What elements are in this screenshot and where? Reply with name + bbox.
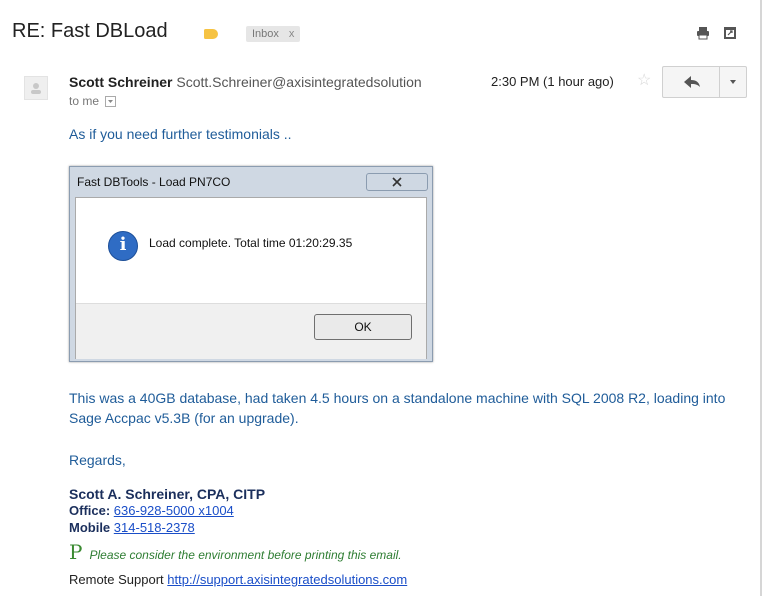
person-icon [31,83,41,94]
reply-button[interactable] [662,66,720,98]
signature-name: Scott A. Schreiner, CPA, CITP [69,486,266,502]
importance-marker[interactable] [204,29,218,39]
chevron-down-icon [108,100,114,104]
to-me-label: to me [69,94,100,108]
sender-line: Scott Schreiner Scott.Schreiner@axisinte… [69,74,422,90]
info-icon: i [108,231,138,261]
embedded-dialog-screenshot: Fast DBTools - Load PN7CO i Load complet… [69,166,433,362]
remote-support: Remote Support http://support.axisintegr… [69,572,407,587]
chevron-down-icon [730,80,736,84]
label-remove-icon[interactable]: x [289,28,295,40]
environment-note: P Please consider the environment before … [69,540,402,564]
sender-name[interactable]: Scott Schreiner [69,74,172,90]
new-window-icon[interactable] [723,26,737,40]
signature-office: Office: 636-928-5000 x1004 [69,503,234,518]
dialog-body: i Load complete. Total time 01:20:29.35 … [75,197,427,359]
email-header: RE: Fast DBLoad Inbox x [0,20,760,50]
environment-note-text: Please consider the environment before p… [89,548,402,562]
email-subject: RE: Fast DBLoad [12,20,168,42]
message-closing: Regards, [69,452,126,468]
label-chip-text: Inbox [252,28,279,40]
office-label: Office: [69,503,111,518]
sender-email: Scott.Schreiner@axisintegratedsolution [176,74,422,90]
dialog-close-button [366,173,428,191]
remote-support-link[interactable]: http://support.axisintegratedsolutions.c… [167,572,407,587]
reply-icon [684,76,700,88]
email-view: RE: Fast DBLoad Inbox x Scott Schreiner S… [0,0,762,596]
details-toggle[interactable] [105,96,117,108]
dialog-message: Load complete. Total time 01:20:29.35 [149,236,353,250]
star-icon[interactable]: ☆ [637,70,651,90]
mobile-phone-link[interactable]: 314-518-2378 [114,520,195,535]
remote-support-label: Remote Support [69,572,164,587]
dialog-title: Fast DBTools - Load PN7CO [77,175,231,189]
office-phone-link[interactable]: 636-928-5000 x1004 [114,503,234,518]
message-intro: As if you need further testimonials .. [69,126,292,142]
close-icon [392,177,402,187]
recipient-line: to me [69,94,117,108]
label-chip-inbox[interactable]: Inbox x [246,26,301,42]
signature-mobile: Mobile 314-518-2378 [69,520,195,535]
mobile-label: Mobile [69,520,111,535]
print-icon[interactable] [696,26,710,40]
avatar [24,76,48,100]
timestamp: 2:30 PM (1 hour ago) [491,74,614,89]
more-options-button[interactable] [719,66,747,98]
dialog-ok-button: OK [314,314,412,340]
message-details: This was a 40GB database, had taken 4.5 … [69,390,726,426]
leaf-icon: P [69,540,83,564]
